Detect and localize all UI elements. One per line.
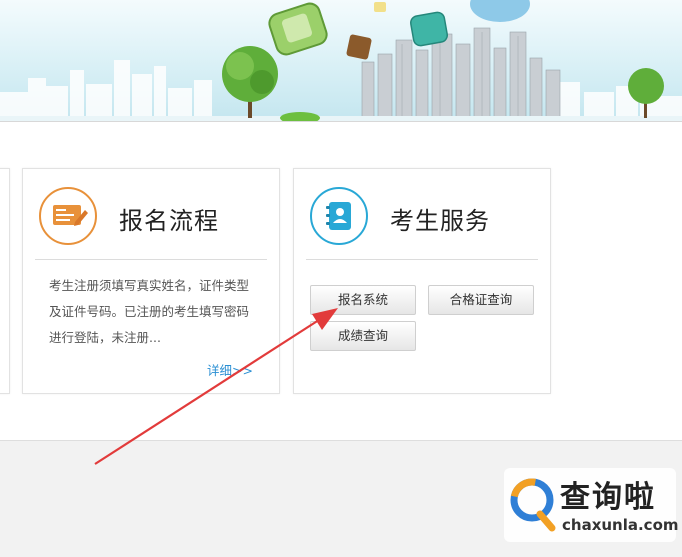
card-divider (306, 259, 538, 260)
card-partial-left (0, 168, 10, 394)
contact-book-icon (310, 187, 368, 245)
card-title-service: 考生服务 (390, 207, 490, 235)
card-title-process: 报名流程 (119, 207, 219, 235)
magnifier-logo-icon (510, 478, 556, 532)
watermark-cn-text: 查询啦 (560, 480, 656, 515)
registration-form-icon (39, 187, 97, 245)
registration-system-button[interactable]: 报名系统 (310, 285, 416, 315)
card-divider (35, 259, 267, 260)
certificate-query-button[interactable]: 合格证查询 (428, 285, 534, 315)
process-description: 考生注册须填写真实姓名，证件类型及证件号码。已注册的考生填写密码进行登陆，未注册… (49, 278, 250, 345)
registration-process-card: 报名流程 考生注册须填写真实姓名，证件类型及证件号码。已注册的考生填写密码进行登… (22, 168, 280, 394)
city-skyline-illustration (0, 0, 682, 121)
watermark-en-text: chaxunla.com (562, 516, 679, 534)
watermark: 查询啦 chaxunla.com (504, 468, 679, 542)
card-header: 报名流程 (23, 169, 279, 259)
details-link[interactable]: 详细>> (207, 360, 253, 379)
candidate-service-card: 考生服务 报名系统 合格证查询 成绩查询 (293, 168, 551, 394)
card-header: 考生服务 (294, 169, 550, 259)
header-banner (0, 0, 682, 122)
score-query-button[interactable]: 成绩查询 (310, 321, 416, 351)
